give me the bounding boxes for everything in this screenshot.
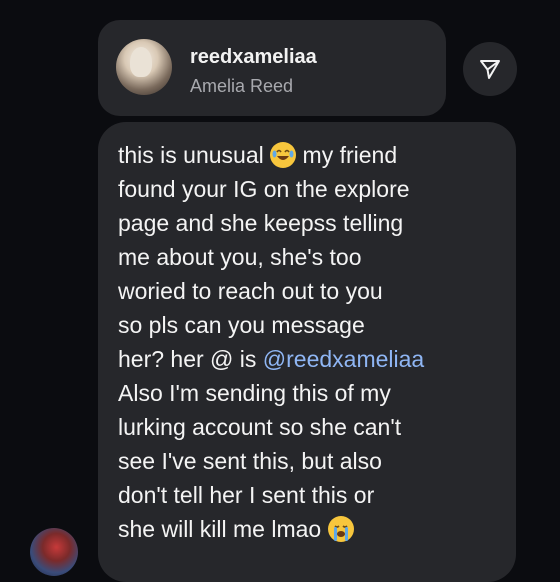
profile-display-name: Amelia Reed xyxy=(190,76,294,96)
paper-plane-icon xyxy=(480,60,500,79)
mention-link[interactable]: @reedxameliaa xyxy=(263,346,424,372)
crying-emoji-icon xyxy=(327,516,354,542)
message-text-part: my friend found your IG on the explore p… xyxy=(118,142,410,372)
share-button[interactable] xyxy=(463,42,517,96)
message-text-part: Also I'm sending this of my lurking acco… xyxy=(118,380,402,542)
message-bubble[interactable]: this is unusual my friend found your IG … xyxy=(98,122,516,582)
shared-profile-card[interactable]: reedxameliaa Amelia Reed xyxy=(98,20,446,116)
message-text-part: this is unusual xyxy=(118,142,271,168)
laughing-emoji-icon xyxy=(270,142,297,168)
message-text: this is unusual my friend found your IG … xyxy=(118,138,508,546)
sender-avatar[interactable] xyxy=(30,528,78,576)
profile-avatar xyxy=(116,39,172,95)
profile-username: reedxameliaa xyxy=(190,46,317,68)
